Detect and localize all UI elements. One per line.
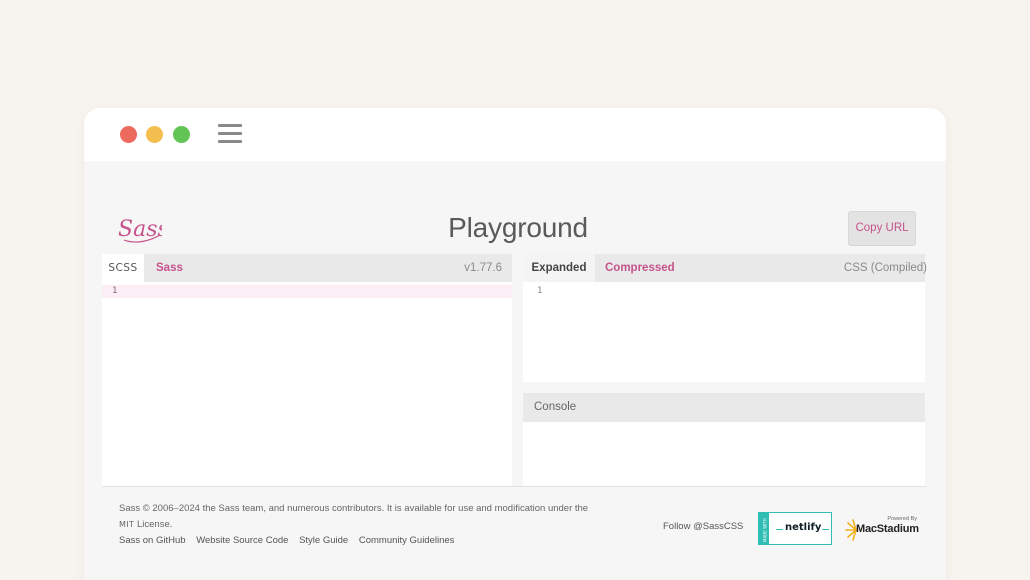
link-sass-on-github[interactable]: Sass on GitHub xyxy=(119,535,186,546)
macstadium-badge[interactable]: Powered By MacStadium xyxy=(844,514,919,544)
netlify-side-strip: MADE WITH xyxy=(759,513,769,544)
input-editor[interactable]: SCSS Sass v1.77.6 1 xyxy=(102,254,512,486)
line-number: 1 xyxy=(537,286,543,296)
link-style-guide[interactable]: Style Guide xyxy=(299,535,348,546)
output-style-tabs: Expanded Compressed CSS (Compiled) xyxy=(523,254,927,282)
output-editor: Expanded Compressed CSS (Compiled) 1 xyxy=(523,254,927,382)
copyright-text: Sass © 2006–2024 the Sass team, and nume… xyxy=(119,503,589,514)
maximize-window-button[interactable] xyxy=(173,126,190,143)
hamburger-menu-icon[interactable] xyxy=(218,124,242,144)
netlify-side-text: MADE WITH xyxy=(763,518,768,542)
footer-copyright: Sass © 2006–2024 the Sass team, and nume… xyxy=(119,501,639,533)
app-window: Sass Playground Copy URL SCSS Sass v1.77… xyxy=(84,108,946,580)
footer: Sass © 2006–2024 the Sass team, and nume… xyxy=(102,486,926,580)
footer-links: Sass on GitHub Website Source Code Style… xyxy=(119,535,462,546)
sass-logo-text: Sass xyxy=(118,217,162,242)
sass-version: v1.77.6 xyxy=(464,262,502,274)
input-syntax-tabs: SCSS Sass v1.77.6 xyxy=(102,254,512,282)
sass-logo[interactable]: Sass xyxy=(116,211,162,245)
netlify-badge[interactable]: MADE WITH netlify xyxy=(758,512,832,545)
link-community-guidelines[interactable]: Community Guidelines xyxy=(359,535,455,546)
macstadium-powered-by: Powered By xyxy=(887,516,917,522)
tab-compressed[interactable]: Compressed xyxy=(605,254,675,282)
tab-sass[interactable]: Sass xyxy=(156,254,183,282)
close-window-button[interactable] xyxy=(120,126,137,143)
link-website-source-code[interactable]: Website Source Code xyxy=(196,535,288,546)
line-number: 1 xyxy=(112,286,118,296)
netlify-dash-right xyxy=(822,529,829,530)
tab-expanded[interactable]: Expanded xyxy=(523,254,595,282)
follow-sasscss-link[interactable]: Follow @SassCSS xyxy=(663,521,743,532)
css-compiled-label: CSS (Compiled) xyxy=(843,262,927,274)
input-code-line[interactable]: 1 xyxy=(102,285,512,298)
playground-content: Sass Playground Copy URL SCSS Sass v1.77… xyxy=(84,161,946,580)
tab-scss[interactable]: SCSS xyxy=(102,254,144,282)
macstadium-name: MacStadium xyxy=(856,523,919,535)
license-word[interactable]: License. xyxy=(137,519,172,530)
console-title: Console xyxy=(523,393,925,422)
mit-license-link[interactable]: MIT xyxy=(119,520,134,529)
netlify-label: netlify xyxy=(785,522,822,533)
minimize-window-button[interactable] xyxy=(146,126,163,143)
netlify-dash-left xyxy=(776,529,783,530)
page-title: Playground xyxy=(448,212,588,243)
output-code-line: 1 xyxy=(523,285,925,298)
console-panel: Console xyxy=(523,393,925,486)
window-titlebar xyxy=(84,108,946,161)
copy-url-button[interactable]: Copy URL xyxy=(848,211,916,246)
